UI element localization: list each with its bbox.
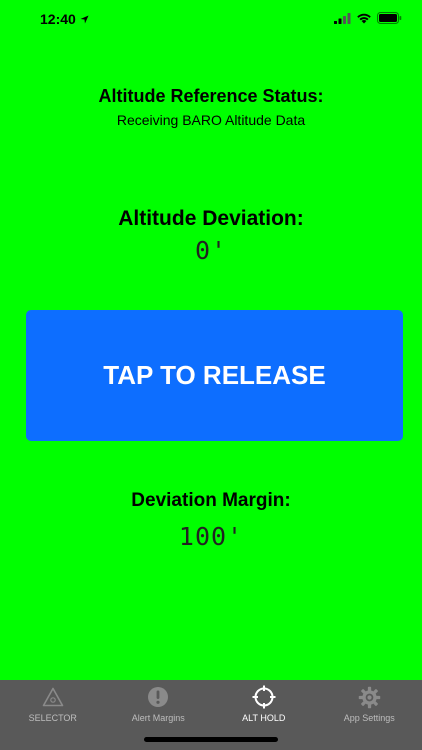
altitude-deviation-title: Altitude Deviation: (118, 207, 304, 230)
alert-icon (147, 685, 169, 709)
reference-status-title: Altitude Reference Status: (98, 86, 324, 106)
home-indicator[interactable] (144, 737, 278, 742)
status-indicators (334, 12, 402, 24)
tab-alt-hold-label: ALT HOLD (242, 713, 286, 723)
status-bar: 12:40 (0, 0, 422, 40)
tap-to-release-button[interactable]: TAP TO RELEASE (26, 310, 403, 441)
battery-icon (377, 12, 402, 24)
cellular-signal-icon (334, 12, 351, 24)
altitude-deviation-value: 0' (194, 236, 228, 265)
deviation-margin-title: Deviation Margin: (131, 490, 291, 511)
tab-app-settings[interactable]: App Settings (317, 680, 422, 750)
selector-icon (42, 685, 64, 709)
location-arrow-icon (80, 14, 89, 24)
wifi-icon (356, 13, 372, 24)
deviation-margin-value: 100' (178, 522, 244, 551)
tab-selector[interactable]: SELECTOR (0, 680, 106, 750)
tab-selector-label: SELECTOR (28, 713, 77, 723)
gear-icon (358, 685, 381, 709)
clock-text: 12:40 (40, 11, 76, 27)
tab-bar: SELECTOR Alert Margins ALT HOLD App Sett… (0, 680, 422, 750)
reference-status-text: Receiving BARO Altitude Data (116, 112, 306, 128)
tab-app-settings-label: App Settings (343, 713, 395, 723)
status-time: 12:40 (40, 11, 89, 27)
tab-alert-margins-label: Alert Margins (131, 713, 185, 723)
crosshair-icon (252, 685, 276, 709)
